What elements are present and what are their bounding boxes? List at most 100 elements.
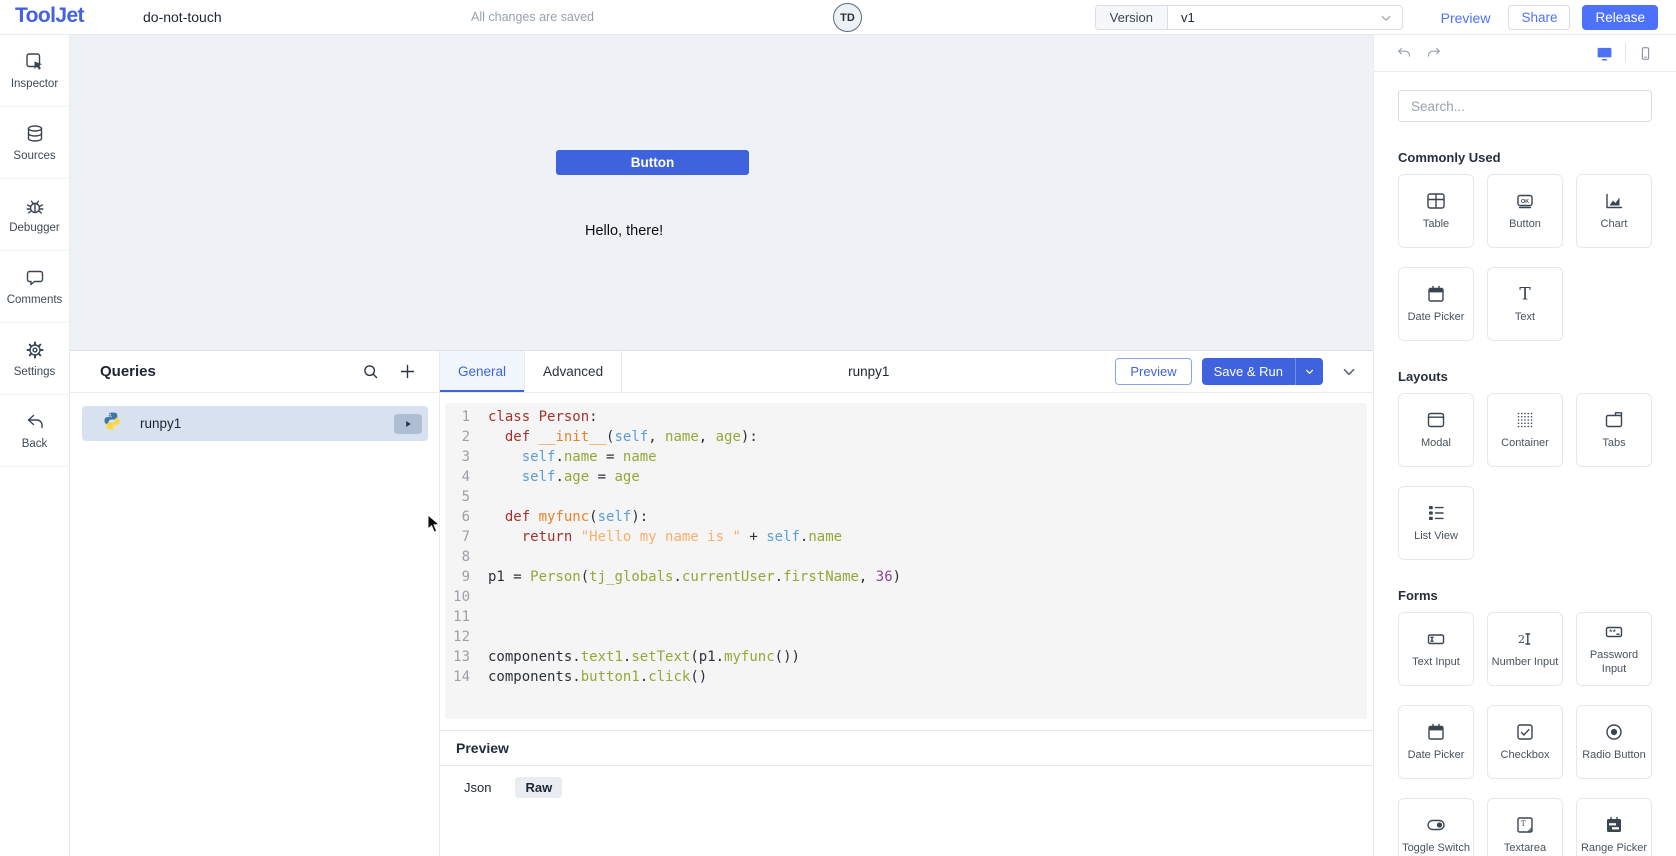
component-card-text-input[interactable]: Text Input [1398,612,1474,686]
app-canvas[interactable]: Button Hello, there! [70,35,1373,350]
textarea-icon: T [1514,814,1536,836]
line-number: 11 [445,607,479,627]
component-card-checkbox[interactable]: Checkbox [1487,705,1563,779]
component-card-text[interactable]: T Text [1487,267,1563,341]
search-icon[interactable] [361,362,380,381]
sidebar-item-label: Sources [13,150,55,162]
component-card-number-input[interactable]: 2Number Input [1487,612,1563,686]
comment-icon [24,267,46,289]
component-section-commonly-used: Commonly UsedTableOKButtonChartDate Pick… [1398,150,1652,341]
code-line: 3 self.name = name [445,447,1367,467]
database-icon [24,123,46,145]
preview-link[interactable]: Preview [1441,10,1491,26]
components-panel-toolbar [1374,35,1676,72]
line-number: 13 [445,647,479,667]
component-card-range-picker[interactable]: Range Picker [1576,798,1652,856]
svg-text:T: T [1519,285,1531,305]
component-card-button[interactable]: OKButton [1487,174,1563,248]
line-number: 6 [445,507,479,527]
code-editor[interactable]: 1class Person:2 def __init__(self, name,… [445,403,1367,719]
desktop-layout-icon[interactable] [1595,44,1614,63]
datepicker-icon [1425,283,1447,305]
component-card-label: Toggle Switch [1402,842,1470,856]
queries-title: Queries [100,363,156,380]
tooljet-logo[interactable]: ToolJet [15,4,84,28]
line-number: 4 [445,467,479,487]
sidebar-item-sources[interactable]: Sources [0,107,69,179]
component-card-chart[interactable]: Chart [1576,174,1652,248]
component-card-label: Modal [1421,437,1451,451]
sidebar-item-debugger[interactable]: Debugger [0,179,69,251]
undo-icon[interactable] [1396,45,1413,62]
component-card-container[interactable]: Container [1487,393,1563,467]
preview-tab-json[interactable]: Json [456,777,499,798]
release-button[interactable]: Release [1582,5,1658,30]
component-card-date-picker[interactable]: Date Picker [1398,267,1474,341]
component-card-list-view[interactable]: List View [1398,486,1474,560]
avatar[interactable]: TD [833,3,862,32]
svg-text:2: 2 [1518,633,1525,646]
canvas-button-widget[interactable]: Button [556,150,749,175]
button-icon: OK [1514,190,1536,212]
collapse-panel-chevron-icon[interactable] [1339,362,1359,382]
save-and-run-button[interactable]: Save & Run [1202,358,1323,385]
redo-icon[interactable] [1425,45,1442,62]
component-card-password-input[interactable]: **Password Input [1576,612,1652,686]
sidebar-item-back[interactable]: Back [0,395,69,467]
component-card-textarea[interactable]: TTextarea [1487,798,1563,856]
component-search-input[interactable] [1398,90,1652,122]
add-query-icon[interactable] [398,362,417,381]
share-button[interactable]: Share [1508,5,1570,30]
query-preview-button[interactable]: Preview [1115,358,1191,385]
svg-text:OK: OK [1521,199,1529,205]
version-value: v1 [1168,10,1378,25]
query-list-item[interactable]: runpy1 [82,406,428,441]
code-line: 11 [445,607,1367,627]
sidebar-item-settings[interactable]: Settings [0,323,69,395]
component-card-label: Range Picker [1581,842,1647,856]
component-section-layouts: LayoutsModalContainerTabsList View [1398,369,1652,560]
component-card-label: Checkbox [1501,749,1550,763]
version-label: Version [1096,6,1168,29]
tab-advanced[interactable]: Advanced [525,351,622,392]
preview-section-header: Preview [440,730,1373,766]
code-line: 4 self.age = age [445,467,1367,487]
component-card-tabs[interactable]: Tabs [1576,393,1652,467]
text-icon: T [1514,283,1536,305]
save-run-caret-icon[interactable] [1295,358,1323,385]
component-card-toggle-switch[interactable]: Toggle Switch [1398,798,1474,856]
radio-icon [1603,721,1625,743]
back-arrow-icon [24,411,46,433]
code-line: 13components.text1.setText(p1.myfunc()) [445,647,1367,667]
code-line: 5 [445,487,1367,507]
run-query-button[interactable] [394,414,422,434]
code-line: 10 [445,587,1367,607]
query-title: runpy1 [622,351,1115,392]
tab-general[interactable]: General [440,351,525,392]
textinput-icon [1425,628,1447,650]
table-icon [1425,190,1447,212]
component-card-table[interactable]: Table [1398,174,1474,248]
sidebar-item-inspector[interactable]: Inspector [0,35,69,107]
listview-icon [1425,502,1447,524]
version-select[interactable]: Version v1 [1095,5,1403,30]
component-card-modal[interactable]: Modal [1398,393,1474,467]
component-card-radio-button[interactable]: Radio Button [1576,705,1652,779]
svg-text:**: ** [1609,628,1617,638]
chevron-down-icon [1378,10,1394,26]
sidebar-item-comments[interactable]: Comments [0,251,69,323]
mobile-layout-icon[interactable] [1637,45,1654,62]
query-editor-panel: General Advanced runpy1 Preview Save & R… [440,351,1373,856]
code-line: 12 [445,627,1367,647]
app-name[interactable]: do-not-touch [143,9,222,25]
svg-text:T: T [1521,820,1526,828]
component-card-date-picker[interactable]: Date Picker [1398,705,1474,779]
datepicker-icon [1425,721,1447,743]
code-line: 1class Person: [445,407,1367,427]
preview-tab-raw[interactable]: Raw [515,777,562,798]
component-card-label: Text Input [1412,656,1460,670]
line-number: 8 [445,547,479,567]
component-card-label: Text [1515,311,1535,325]
canvas-text-widget[interactable]: Hello, there! [585,223,663,239]
component-card-label: Radio Button [1582,749,1646,763]
